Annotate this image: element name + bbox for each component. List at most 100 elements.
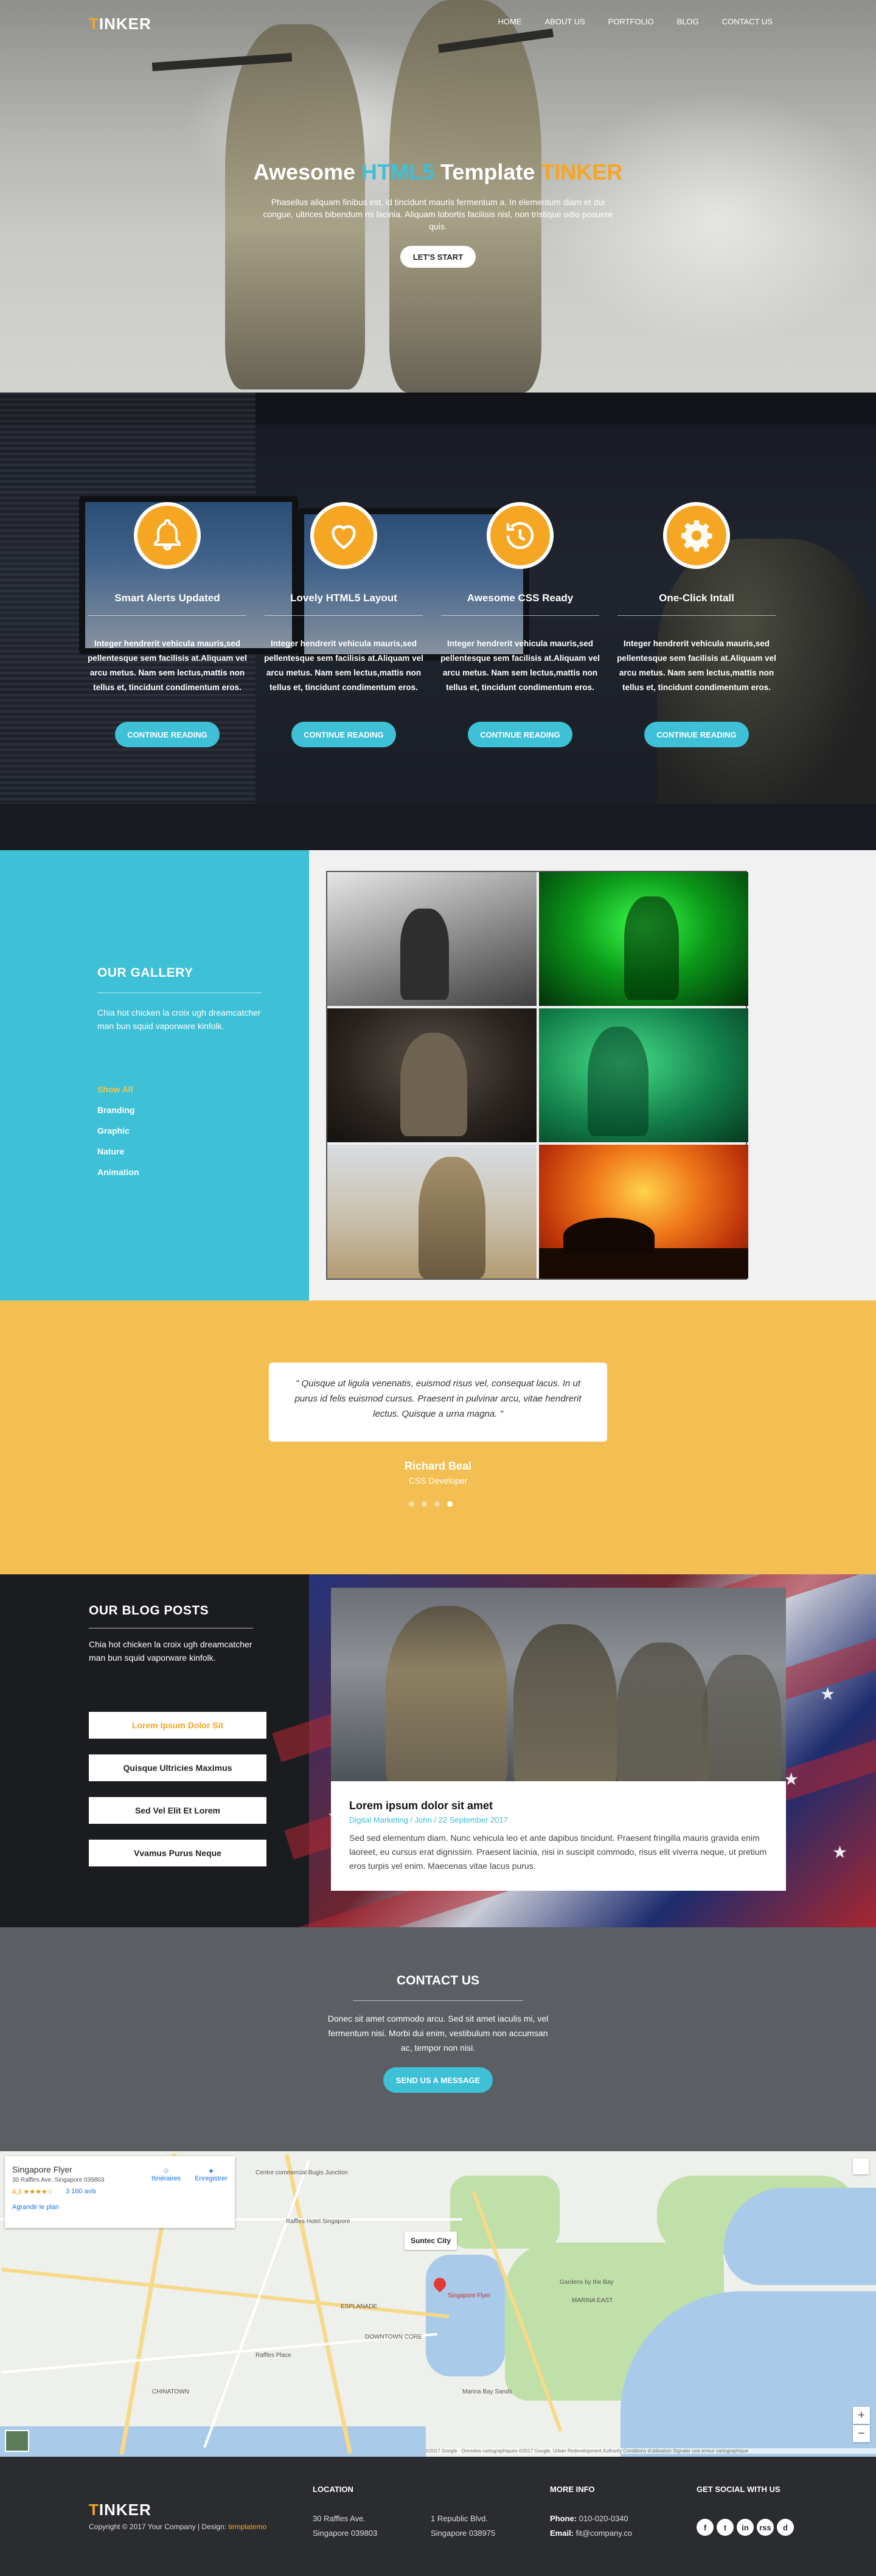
feature-title: One-Click Intall	[659, 592, 734, 604]
nav-portfolio[interactable]: PORTFOLIO	[608, 17, 654, 26]
nav-contact[interactable]: CONTACT US	[722, 17, 773, 26]
place-rating: 4,3 ★★★★☆	[12, 2188, 54, 2196]
map-label: MARINA EAST	[572, 2297, 613, 2304]
testimonial-quote: " Quisque ut ligula venenatis, euismod r…	[269, 1363, 607, 1442]
heart-icon	[310, 502, 377, 569]
zoom-in-button[interactable]: +	[853, 2407, 870, 2424]
filter-show-all[interactable]: Show All	[97, 1084, 139, 1094]
send-message-button[interactable]: SEND US A MESSAGE	[383, 2067, 493, 2093]
social-title: GET SOCIAL WITH US	[697, 2485, 780, 2494]
main-nav: HOME ABOUT US PORTFOLIO BLOG CONTACT US	[498, 17, 773, 26]
map-attribution: ©2017 Google - Données cartographiques ©…	[426, 2448, 876, 2454]
gallery-image-sunset-sniper[interactable]	[539, 1145, 748, 1279]
gallery-image-soldiers-bw[interactable]	[327, 872, 537, 1006]
directions-button[interactable]: ⬦ Itinéraires	[145, 2167, 187, 2182]
facebook-icon[interactable]: f	[697, 2519, 714, 2536]
map-label: Singapore Flyer	[448, 2292, 491, 2299]
history-icon	[487, 502, 554, 569]
zoom-out-button[interactable]: −	[853, 2425, 870, 2442]
gallery-image-night-vision-squad[interactable]	[539, 1008, 748, 1142]
blog-post-card[interactable]: Lorem ipsum dolor sit amet Digital Marke…	[331, 1588, 786, 1891]
continue-reading-button[interactable]: CONTINUE READING	[468, 722, 572, 747]
river-water	[724, 2188, 876, 2285]
phone-link[interactable]: 010-020-0340	[579, 2514, 628, 2523]
nav-home[interactable]: HOME	[498, 17, 521, 26]
footer-logo[interactable]: TINKER	[89, 2501, 151, 2519]
blog-post-title[interactable]: Lorem ipsum dolor sit amet	[349, 1799, 493, 1812]
larger-map-link[interactable]: Agrandir le plan	[12, 2204, 59, 2211]
carousel-dot[interactable]	[434, 1501, 440, 1507]
map-embed[interactable]: Centre commercial Bugis Junction Raffles…	[0, 2151, 876, 2457]
blog-post-button-2[interactable]: Quisque Ultricies Maximus	[89, 1754, 266, 1781]
feature-card: One-Click Intall Integer hendrerit vehic…	[608, 502, 785, 747]
pegman-icon[interactable]	[853, 2159, 869, 2174]
filter-graphic[interactable]: Graphic	[97, 1126, 139, 1136]
blog-post-button-1[interactable]: Lorem Ipsum Dolor Sit	[89, 1712, 266, 1739]
blog-post-button-3[interactable]: Sed Vel Elit Et Lorem	[89, 1797, 266, 1824]
divider	[265, 615, 423, 616]
feature-card: Awesome CSS Ready Integer hendrerit vehi…	[432, 502, 608, 747]
satellite-toggle[interactable]	[5, 2430, 29, 2452]
feature-text: Integer hendrerit vehicula mauris,sed pe…	[617, 639, 776, 692]
carousel-dot[interactable]	[422, 1501, 427, 1507]
map-label: Gardens by the Bay	[560, 2279, 614, 2286]
filter-nature[interactable]: Nature	[97, 1147, 139, 1156]
map-callout[interactable]: Suntec City	[405, 2232, 457, 2250]
divider	[617, 615, 776, 616]
feature-text: Integer hendrerit vehicula mauris,sed pe…	[264, 639, 423, 692]
blog-post-meta: Digital Marketing / John / 22 September …	[349, 1815, 508, 1824]
contact-title: CONTACT US	[396, 1974, 480, 1988]
gallery-image-soldier-dark[interactable]	[327, 1008, 537, 1142]
lets-start-button[interactable]: LET'S START	[400, 246, 476, 268]
directions-icon: ⬦	[164, 2167, 169, 2174]
dribbble-icon[interactable]: d	[777, 2519, 794, 2536]
filter-branding[interactable]: Branding	[97, 1105, 139, 1115]
map-label: DOWNTOWN CORE	[365, 2334, 422, 2340]
designer-link[interactable]: templatemo	[228, 2522, 266, 2531]
gallery-text: Chia hot chicken la croix ugh dreamcatch…	[97, 1008, 261, 1031]
bell-icon	[134, 502, 201, 569]
rss-icon[interactable]: rss	[757, 2519, 774, 2536]
blog-title: OUR BLOG POSTS	[89, 1604, 209, 1618]
save-button[interactable]: ★ Enregistrer	[190, 2167, 232, 2182]
testimonial-section: " Quisque ut ligula venenatis, euismod r…	[0, 1300, 876, 1574]
gallery-filters: Show All Branding Graphic Nature Animati…	[97, 1084, 139, 1188]
harbour-water	[0, 2426, 426, 2457]
location-address-2: 1 Republic Blvd. Singapore 038975	[431, 2514, 496, 2538]
more-info-title: MORE INFO	[550, 2485, 595, 2494]
blog-post-button-4[interactable]: Vvamus Purus Neque	[89, 1840, 266, 1866]
gallery-grid	[326, 871, 748, 1280]
twitter-icon[interactable]: t	[717, 2519, 734, 2536]
carousel-dot-active[interactable]	[447, 1501, 453, 1507]
map-label: Marina Bay Sands	[462, 2389, 512, 2395]
nav-blog[interactable]: BLOG	[677, 17, 699, 26]
continue-reading-button[interactable]: CONTINUE READING	[644, 722, 749, 747]
blog-section: OUR BLOG POSTS Chia hot chicken la croix…	[0, 1574, 876, 1927]
site-logo[interactable]: TINKER	[89, 15, 151, 33]
place-reviews-link[interactable]: 3 160 avis	[66, 2188, 96, 2195]
park-area	[450, 2176, 560, 2249]
copyright: Copyright © 2017 Your Company | Design: …	[89, 2522, 267, 2531]
hero-subtitle: Phasellus aliquam finibus est, id tincid…	[263, 197, 613, 231]
hero-title: Awesome HTML5 Template TINKER	[253, 159, 623, 184]
continue-reading-button[interactable]: CONTINUE READING	[291, 722, 396, 747]
nav-about[interactable]: ABOUT US	[544, 17, 585, 26]
gallery-image-desert-soldier[interactable]	[327, 1145, 537, 1279]
feature-text: Integer hendrerit vehicula mauris,sed pe…	[440, 639, 600, 692]
divider	[88, 615, 246, 616]
continue-reading-button[interactable]: CONTINUE READING	[115, 722, 220, 747]
gear-icon	[663, 502, 730, 569]
contact-text: Donec sit amet commodo arcu. Sed sit ame…	[327, 2014, 549, 2053]
map-label: CHINATOWN	[152, 2389, 189, 2395]
gallery-image-night-vision[interactable]	[539, 872, 748, 1006]
linkedin-icon[interactable]: in	[737, 2519, 754, 2536]
location-title: LOCATION	[313, 2485, 353, 2494]
contact-info: Phone: 010-020-0340 Email: fit@company.c…	[550, 2514, 633, 2538]
star-icon: ★	[208, 2168, 214, 2175]
email-link[interactable]: fit@company.co	[576, 2529, 632, 2538]
gallery-grid-area	[309, 850, 876, 1300]
gallery-sidebar: OUR GALLERY Chia hot chicken la croix ug…	[0, 850, 309, 1300]
blog-post-image	[331, 1588, 786, 1781]
carousel-dot[interactable]	[409, 1501, 414, 1507]
filter-animation[interactable]: Animation	[97, 1167, 139, 1177]
